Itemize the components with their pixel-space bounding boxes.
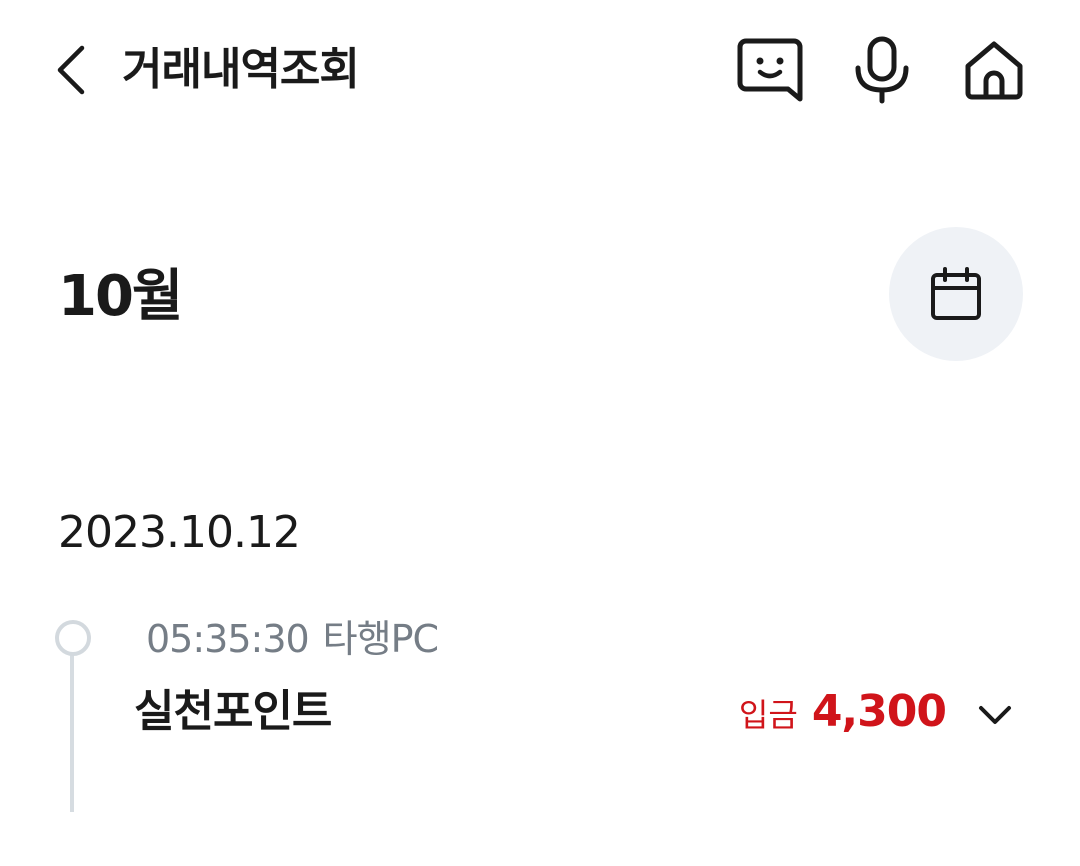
transaction-bank: 타행PC: [322, 617, 439, 661]
transaction-type: 입금: [738, 696, 798, 734]
transaction-amount-group: 입금 4,300: [738, 684, 947, 740]
transaction-amount: 4,300: [811, 686, 947, 737]
timeline-line: [70, 650, 74, 812]
calendar-icon: [931, 267, 981, 320]
calendar-button[interactable]: [889, 227, 1023, 361]
home-button[interactable]: [958, 34, 1030, 106]
chatbot-button[interactable]: [734, 34, 806, 106]
transaction-time: 05:35:30: [146, 617, 310, 661]
chat-bot-icon: [737, 38, 803, 102]
chevron-left-icon: [57, 45, 85, 95]
date-header: 2023.10.12: [58, 507, 301, 558]
chevron-down-icon: [979, 706, 1011, 724]
home-icon: [965, 41, 1023, 100]
transaction-history-screen: 거래내역조회 10월 2023.10.12 05:35:30 타행PC 실천포인…: [0, 0, 1080, 866]
voice-button[interactable]: [846, 34, 918, 106]
page-title: 거래내역조회: [122, 44, 360, 95]
month-title: 10월: [58, 264, 183, 329]
transaction-name: 실천포인트: [134, 686, 332, 737]
microphone-icon: [855, 36, 909, 104]
app-header: 거래내역조회: [0, 0, 1080, 140]
back-button[interactable]: [40, 36, 104, 104]
transaction-item[interactable]: 05:35:30 타행PC 실천포인트 입금 4,300: [100, 600, 1040, 760]
expand-button[interactable]: [970, 690, 1020, 740]
timeline-dot: [55, 620, 91, 656]
transaction-meta: 05:35:30 타행PC: [146, 614, 452, 664]
